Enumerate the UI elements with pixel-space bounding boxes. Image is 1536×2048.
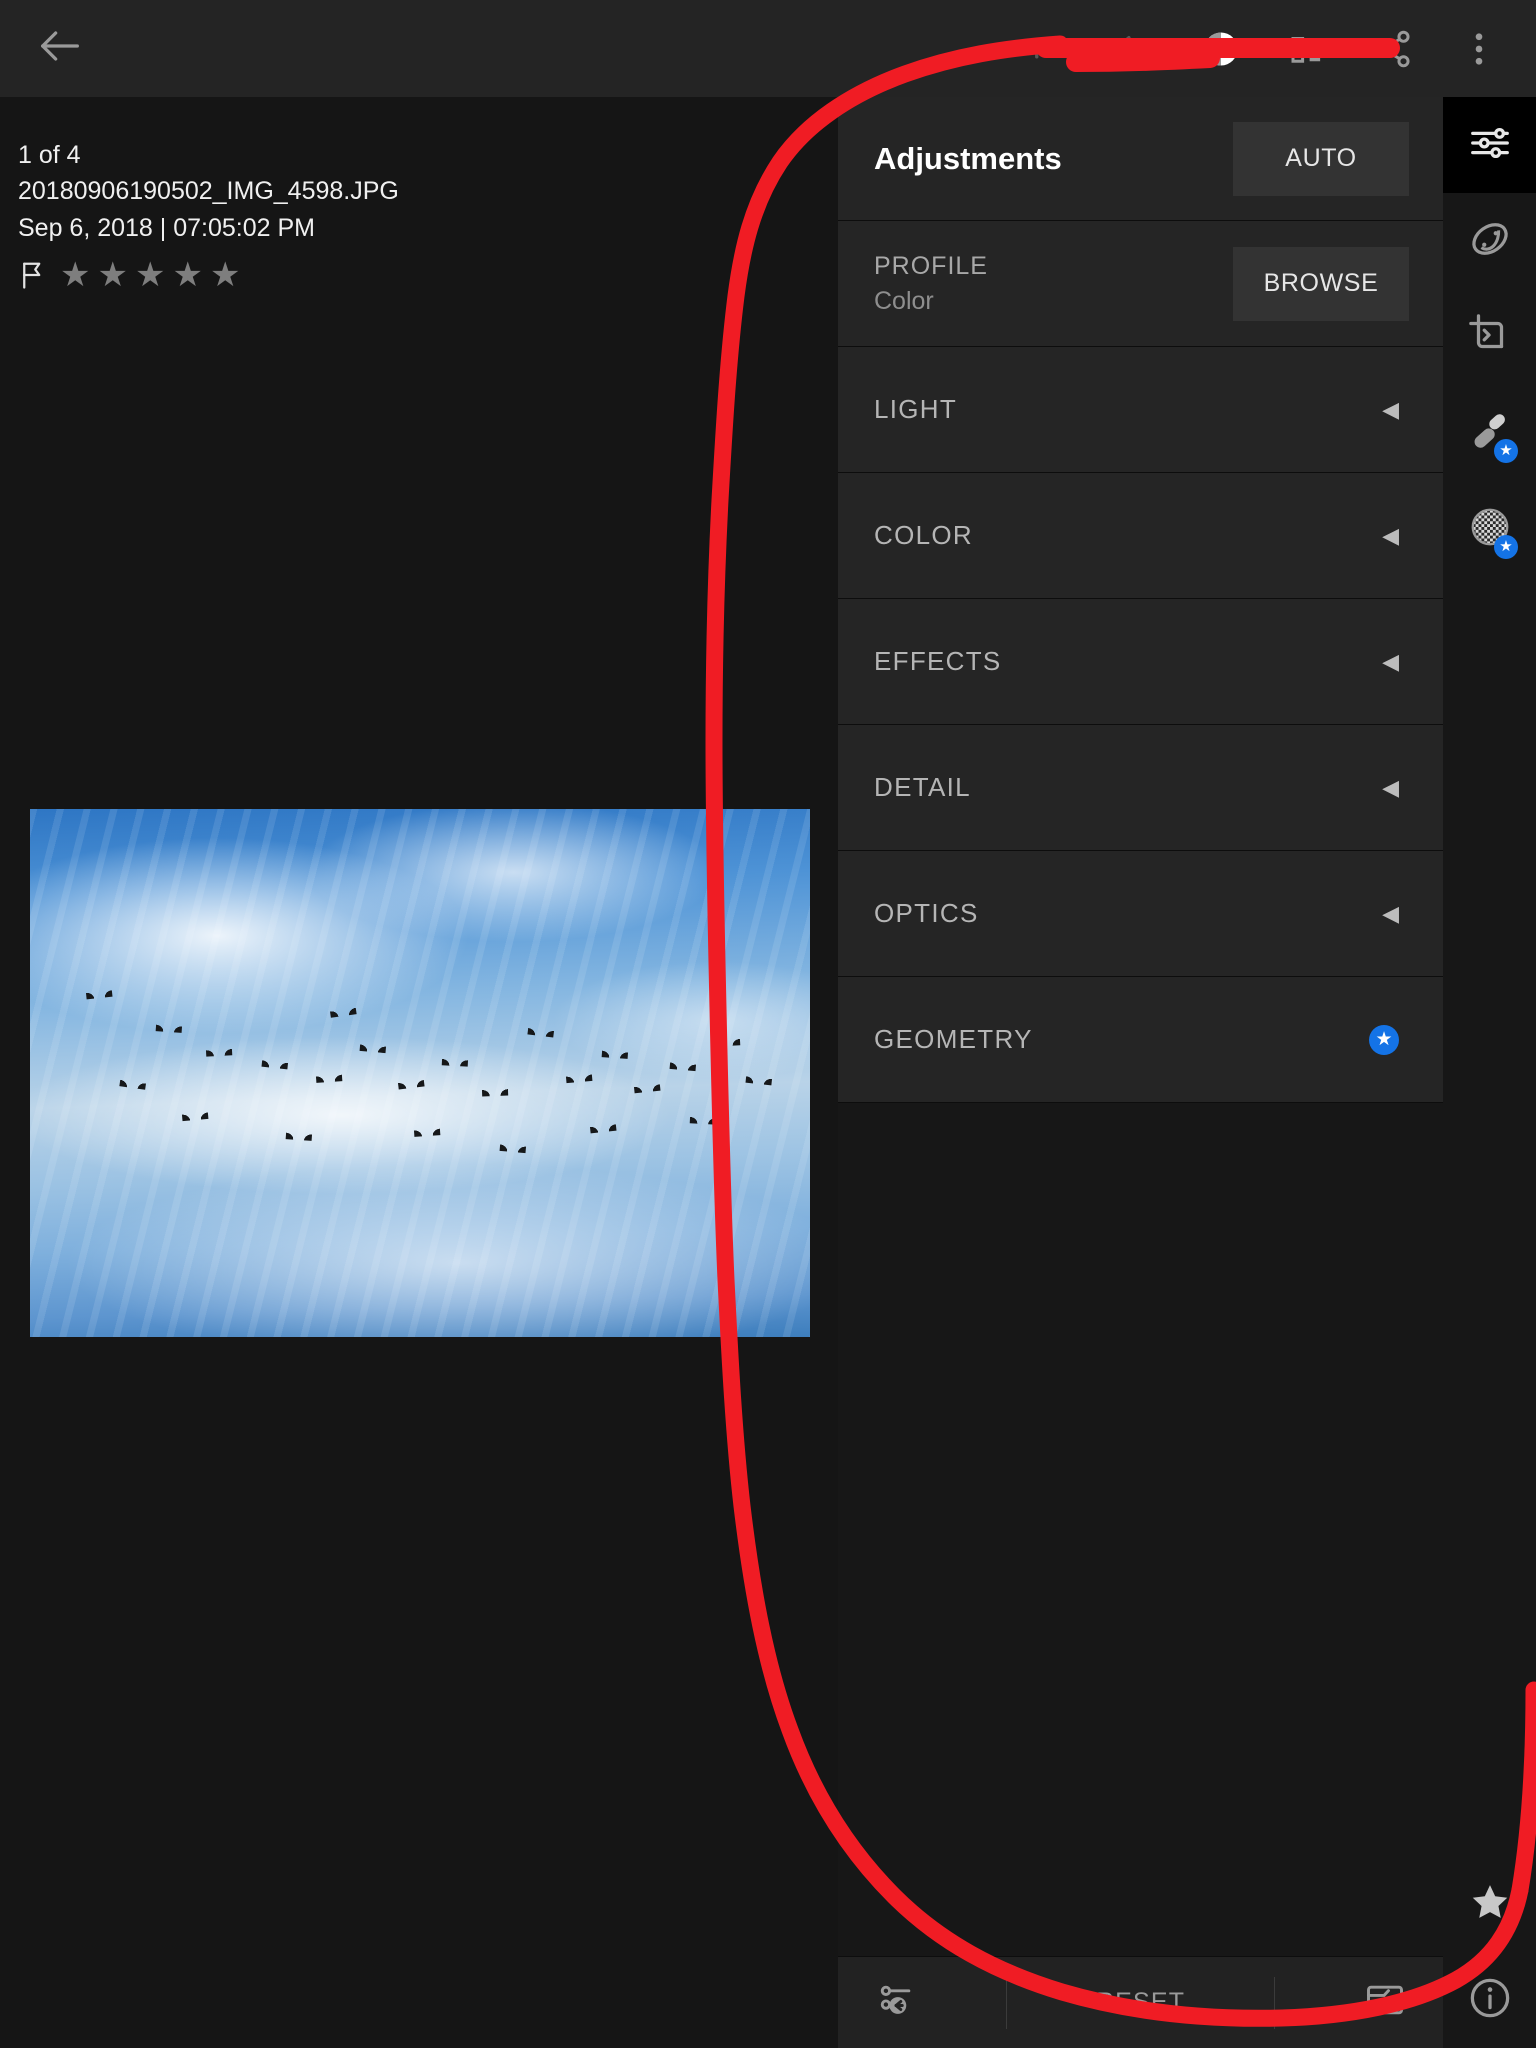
section-label: LIGHT	[874, 394, 958, 424]
tool-rail: ★ ★	[1443, 97, 1536, 2048]
section-geometry[interactable]: GEOMETRY ★	[838, 977, 1443, 1103]
star-rating[interactable]: ★ ★ ★ ★ ★	[60, 258, 240, 292]
section-label: DETAIL	[874, 772, 971, 802]
panel-header: Adjustments AUTO	[838, 97, 1443, 221]
profile-info: PROFILE Color	[874, 252, 988, 316]
photo-counter: 1 of 4	[18, 141, 81, 169]
redo-icon	[1028, 28, 1070, 70]
histogram-icon	[1286, 28, 1328, 70]
overflow-menu-button[interactable]	[1436, 0, 1522, 97]
undo-button[interactable]	[1092, 0, 1178, 97]
photo-filename: 20180906190502_IMG_4598.JPG	[18, 177, 399, 206]
star-icon	[1467, 1879, 1513, 1930]
rail-item-edit[interactable]	[1443, 97, 1536, 193]
histogram-button[interactable]	[1264, 0, 1350, 97]
star-2[interactable]: ★	[97, 258, 127, 292]
section-label: EFFECTS	[874, 646, 1002, 676]
redo-button[interactable]	[1006, 0, 1092, 97]
chevron-left-icon: ◀	[1382, 774, 1399, 800]
premium-star-badge-icon: ★	[1369, 1024, 1399, 1055]
back-button[interactable]	[0, 0, 120, 97]
section-color[interactable]: COLOR ◀	[838, 473, 1443, 599]
premium-star-badge-icon: ★	[1494, 535, 1518, 559]
section-optics[interactable]: OPTICS ◀	[838, 851, 1443, 977]
browse-button[interactable]: BROWSE	[1233, 246, 1409, 321]
section-light[interactable]: LIGHT ◀	[838, 347, 1443, 473]
share-icon	[1372, 28, 1414, 70]
rail-item-info[interactable]	[1443, 1952, 1536, 2048]
chevron-left-icon: ◀	[1382, 648, 1399, 674]
top-toolbar-actions	[1006, 0, 1536, 97]
star-1[interactable]: ★	[60, 258, 90, 292]
lightroom-edit-screen: 1 of 4 20180906190502_IMG_4598.JPG Sep 6…	[0, 0, 1536, 2048]
profile-value: Color	[874, 286, 934, 315]
star-4[interactable]: ★	[172, 258, 202, 292]
chevron-left-icon: ◀	[1382, 900, 1399, 926]
crop-rotate-icon	[1467, 312, 1513, 363]
selective-edit-icon	[1199, 27, 1243, 71]
sliders-icon	[1467, 120, 1513, 171]
star-3[interactable]: ★	[135, 258, 165, 292]
photo-datetime: Sep 6, 2018 | 07:05:02 PM	[18, 213, 315, 242]
reset-button[interactable]: RESET	[1096, 1988, 1185, 2017]
versions-button[interactable]	[1363, 1978, 1407, 2027]
profile-row[interactable]: PROFILE Color BROWSE	[838, 221, 1443, 347]
chevron-left-icon: ◀	[1382, 396, 1399, 422]
arrow-left-icon	[34, 20, 86, 77]
flag-and-rating: ★ ★ ★ ★ ★	[18, 258, 578, 292]
selective-edit-button[interactable]	[1178, 0, 1264, 97]
rail-item-healing[interactable]	[1443, 193, 1536, 289]
chevron-left-icon: ◀	[1382, 522, 1399, 548]
photo-canvas-area[interactable]: 1 of 4 20180906190502_IMG_4598.JPG Sep 6…	[0, 97, 838, 2048]
more-vertical-icon	[1458, 28, 1500, 70]
adjustments-panel: Adjustments AUTO PROFILE Color BROWSE LI…	[838, 97, 1443, 2048]
section-label: OPTICS	[874, 898, 979, 928]
photo-image-sky-with-birds	[30, 809, 810, 1337]
section-effects[interactable]: EFFECTS ◀	[838, 599, 1443, 725]
rail-item-premium[interactable]	[1443, 1856, 1536, 1952]
photo-preview[interactable]	[30, 809, 810, 1337]
rail-item-repair[interactable]: ★	[1443, 385, 1536, 481]
info-icon	[1467, 1975, 1513, 2026]
top-toolbar	[0, 0, 1536, 97]
photo-metadata: 1 of 4 20180906190502_IMG_4598.JPG Sep 6…	[18, 137, 578, 292]
flag-outline-icon[interactable]	[18, 260, 48, 290]
panel-bottom-toolbar: RESET	[838, 1956, 1443, 2048]
premium-star-badge-icon: ★	[1494, 439, 1518, 463]
page-title: Adjustments	[874, 140, 1062, 176]
panel-empty-space	[838, 1103, 1443, 1956]
section-detail[interactable]: DETAIL ◀	[838, 725, 1443, 851]
undo-icon	[1114, 28, 1156, 70]
previous-edits-button[interactable]	[874, 1978, 918, 2027]
toolbar-divider	[1273, 1976, 1275, 2029]
rail-item-masking[interactable]: ★	[1443, 481, 1536, 577]
star-5[interactable]: ★	[210, 258, 240, 292]
auto-button[interactable]: AUTO	[1233, 121, 1409, 196]
rail-item-crop[interactable]	[1443, 289, 1536, 385]
profile-label: PROFILE	[874, 251, 988, 280]
toolbar-divider	[1006, 1976, 1008, 2029]
healing-brush-icon	[1467, 216, 1513, 267]
section-label: COLOR	[874, 520, 973, 550]
section-label: GEOMETRY	[874, 1024, 1033, 1054]
share-button[interactable]	[1350, 0, 1436, 97]
